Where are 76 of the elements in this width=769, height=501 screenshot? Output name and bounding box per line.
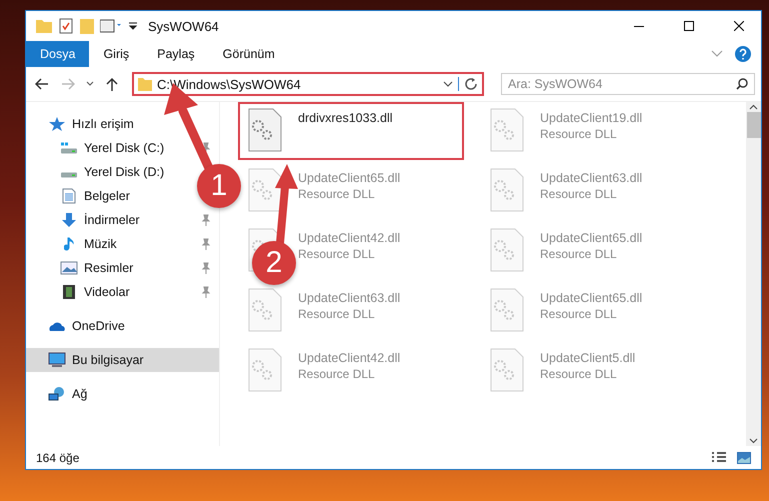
- file-type: Resource DLL: [298, 367, 376, 381]
- step-number-badge: 2: [252, 241, 296, 285]
- music-note-icon: [64, 236, 74, 252]
- sidebar-item[interactable]: Yerel Disk (D:): [26, 160, 172, 184]
- ribbon-tab[interactable]: Giriş: [89, 41, 144, 67]
- pin-icon[interactable]: [201, 262, 211, 274]
- dll-file-icon: [490, 348, 524, 392]
- file-type: Resource DLL: [298, 187, 376, 201]
- search-icon: [736, 78, 748, 90]
- file-type: Resource DLL: [298, 247, 376, 261]
- network-icon: [48, 386, 66, 402]
- search-field[interactable]: Ara: SysWOW64: [501, 73, 755, 95]
- ribbon-tab[interactable]: Paylaş: [143, 41, 209, 67]
- file-type: Resource DLL: [540, 127, 618, 141]
- pin-icon[interactable]: [201, 142, 211, 154]
- dll-file-icon: [490, 168, 524, 212]
- dll-file-icon: [490, 108, 524, 152]
- caret-icon: [86, 81, 94, 87]
- scrollbar-thumb[interactable]: [746, 112, 760, 138]
- monitor-icon: [48, 352, 66, 368]
- scroll-down-icon[interactable]: [749, 438, 758, 444]
- item-count: 164 öğe: [36, 450, 80, 464]
- forward-arrow-icon: [61, 78, 75, 90]
- window-title: SysWOW64: [148, 18, 220, 34]
- address-bar[interactable]: C:\Windows\SysWOW64: [132, 72, 484, 96]
- ribbon-tab[interactable]: Görünüm: [208, 41, 289, 67]
- sidebar-item[interactable]: Bu bilgisayar: [26, 348, 219, 372]
- caret-icon[interactable]: [128, 21, 138, 31]
- file-name[interactable]: drdivxres1033.dll: [298, 111, 392, 125]
- step-number-badge: 1: [197, 164, 241, 208]
- sidebar-item[interactable]: Hızlı erişim: [26, 112, 142, 136]
- file-type: Resource DLL: [540, 367, 618, 381]
- properties-icon[interactable]: [58, 18, 74, 34]
- file-type: Resource DLL: [540, 247, 618, 261]
- sidebar-item[interactable]: Yerel Disk (C:): [26, 136, 219, 160]
- close-icon: [734, 21, 744, 31]
- scrollbar[interactable]: [746, 102, 761, 446]
- down-arrow-icon: [60, 212, 78, 228]
- file-type: Resource DLL: [540, 187, 618, 201]
- help-icon[interactable]: [735, 46, 751, 62]
- scroll-up-icon[interactable]: [749, 104, 758, 110]
- dll-file-icon: [248, 168, 282, 212]
- refresh-icon[interactable]: [458, 77, 478, 91]
- list-view-icon[interactable]: [100, 19, 122, 33]
- sidebar-item[interactable]: İndirmeler: [26, 208, 219, 232]
- dropdown-caret-icon[interactable]: [443, 81, 453, 87]
- dll-file-icon: [248, 288, 282, 332]
- large-icons-view-icon[interactable]: [737, 452, 751, 464]
- dll-file-icon: [490, 228, 524, 272]
- drive-icon: [60, 142, 78, 154]
- file-type: Resource DLL: [298, 307, 376, 321]
- sidebar-item[interactable]: Videolar: [26, 280, 219, 304]
- star-icon: [48, 116, 66, 132]
- pin-icon[interactable]: [201, 286, 211, 298]
- sidebar-item[interactable]: Resimler: [26, 256, 219, 280]
- pin-icon[interactable]: [201, 214, 211, 226]
- picture-icon: [60, 260, 78, 276]
- drive-icon: [60, 172, 78, 178]
- chevron-icon[interactable]: [711, 50, 723, 58]
- back-arrow-icon: [35, 78, 49, 90]
- file-type: Resource DLL: [540, 307, 618, 321]
- dll-file-icon: [490, 288, 524, 332]
- sidebar-item[interactable]: Ağ: [26, 382, 96, 406]
- details-view-icon[interactable]: [711, 452, 727, 464]
- film-icon: [60, 284, 78, 300]
- document-icon: [60, 188, 78, 204]
- up-arrow-icon: [106, 77, 118, 91]
- dll-file-icon: [248, 108, 282, 152]
- dll-file-icon: [248, 348, 282, 392]
- folder-icon: [138, 78, 152, 90]
- sidebar-item[interactable]: Müzik: [26, 232, 219, 256]
- ribbon-tab[interactable]: Dosya: [26, 41, 90, 67]
- maximize-icon: [684, 21, 694, 31]
- sidebar-item[interactable]: Belgeler: [26, 184, 138, 208]
- pin-icon[interactable]: [201, 238, 211, 250]
- sidebar-item[interactable]: OneDrive: [26, 314, 133, 338]
